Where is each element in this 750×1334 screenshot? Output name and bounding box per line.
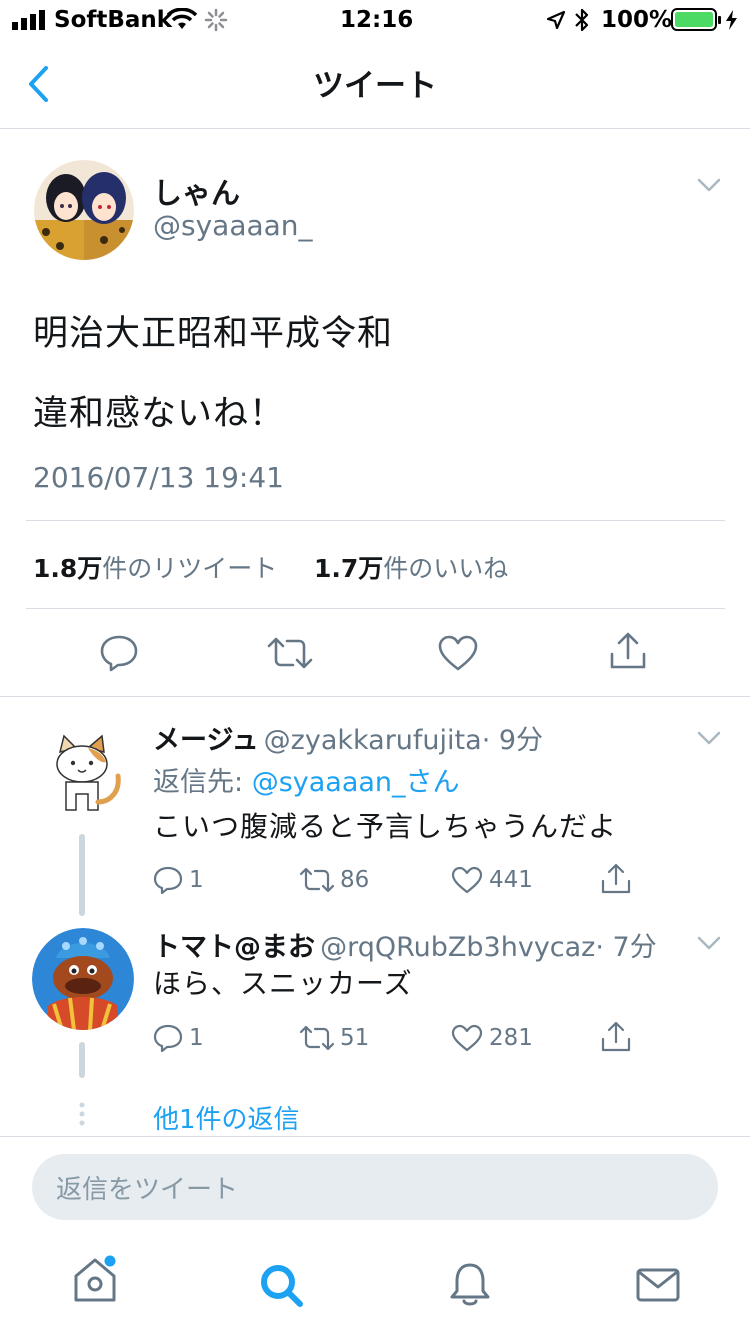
page-title: ツイート: [313, 68, 437, 104]
reply-to-handle[interactable]: @syaaaan_さん: [252, 767, 460, 798]
reply-1-header: メージュ @zyakkarufujita· 9分: [153, 718, 543, 757]
battery-percent: 100%: [601, 7, 673, 33]
author-avatar[interactable]: [34, 160, 134, 260]
retweet-stat-label: 件のリツイート: [102, 554, 278, 583]
thread-line: [79, 1042, 85, 1078]
reply-2-retweet-icon[interactable]: [299, 1025, 335, 1051]
status-bar: SoftBank 12:16 100%: [0, 0, 750, 40]
location-arrow-icon: [546, 10, 566, 30]
reply-2-reply-icon[interactable]: [153, 1024, 183, 1052]
more-replies-link[interactable]: 他1件の返信: [153, 1099, 300, 1136]
reply-2-reply-count: 1: [189, 1025, 204, 1051]
bluetooth-icon: [575, 8, 589, 32]
reply-1-avatar[interactable]: [32, 722, 132, 822]
reply-2-text: ほら、スニッカーズ: [153, 967, 413, 1000]
reply-1-display-name[interactable]: メージュ: [153, 725, 259, 756]
activity-spinner-icon: [204, 8, 228, 32]
author-display-name[interactable]: しゃん: [153, 170, 240, 212]
thread-line: [79, 834, 85, 916]
reply-1-text: こいつ腹減ると予言しちゃうんだよ: [153, 810, 618, 843]
reply-1-chevron-down-icon[interactable]: [697, 730, 721, 746]
reply-2-avatar[interactable]: [32, 928, 134, 1030]
tweet-text-line-2: 違和感ないね！: [33, 394, 286, 434]
reply-1-reply-icon[interactable]: [153, 866, 183, 894]
chevron-down-icon[interactable]: [697, 177, 721, 193]
clock: 12:16: [340, 7, 414, 33]
retweet-icon[interactable]: [267, 637, 313, 669]
reply-2-handle[interactable]: @rqQRubZb3hvycaz: [320, 932, 595, 963]
wifi-icon: [167, 8, 197, 29]
reply-2-like-count: 281: [489, 1025, 533, 1051]
reply-2-header: トマト@まお @rqQRubZb3hvycaz· 7分: [153, 925, 657, 964]
search-icon[interactable]: [259, 1263, 305, 1309]
reply-icon[interactable]: [99, 634, 139, 672]
reply-2-display-name[interactable]: トマト@まお: [153, 932, 315, 963]
notifications-icon[interactable]: [448, 1261, 492, 1307]
reply-2-share-icon[interactable]: [600, 1021, 632, 1053]
nav-divider: [0, 128, 750, 129]
reply-1-handle[interactable]: @zyakkarufujita: [264, 725, 482, 756]
carrier-label: SoftBank: [54, 7, 173, 33]
like-stat[interactable]: 1.7万件のいいね: [314, 549, 508, 585]
replies-divider: [0, 696, 750, 697]
reply-1-retweet-count: 86: [340, 867, 370, 893]
reply-1-time: · 9分: [481, 725, 544, 756]
stats-divider-bottom: [26, 608, 725, 609]
stats-divider-top: [26, 520, 725, 521]
reply-1-like-icon[interactable]: [451, 866, 483, 894]
retweet-stat[interactable]: 1.8万件のリツイート: [33, 549, 277, 585]
like-stat-label: 件のいいね: [383, 554, 509, 583]
like-icon[interactable]: [438, 635, 478, 671]
signal-icon: [12, 10, 45, 30]
tweet-timestamp[interactable]: 2016/07/13 19:41: [33, 461, 284, 494]
reply-2-like-icon[interactable]: [451, 1024, 483, 1052]
reply-2-chevron-down-icon[interactable]: [697, 935, 721, 951]
messages-icon[interactable]: [636, 1267, 680, 1303]
tweet-text-line-1: 明治大正昭和平成令和: [33, 314, 394, 354]
reply-1-reply-to: 返信先: @syaaaan_さん: [153, 760, 460, 799]
retweet-stat-count: 1.8万: [33, 554, 103, 583]
home-icon[interactable]: [70, 1254, 120, 1306]
share-icon[interactable]: [609, 632, 647, 670]
like-stat-count: 1.7万: [314, 554, 384, 583]
reply-2-retweet-count: 51: [340, 1025, 370, 1051]
reply-1-like-count: 441: [489, 867, 533, 893]
reply-2-time: · 7分: [595, 932, 657, 963]
reply-1-retweet-icon[interactable]: [299, 867, 335, 893]
reply-1-share-icon[interactable]: [600, 863, 632, 895]
more-dots-icon: [79, 1102, 85, 1126]
author-handle[interactable]: @syaaaan_: [153, 209, 313, 242]
reply-to-label: 返信先:: [153, 767, 244, 798]
reply-1-reply-count: 1: [189, 867, 204, 893]
reply-compose-placeholder: 返信をツイート: [56, 1175, 239, 1205]
battery-icon: [671, 8, 737, 31]
compose-divider: [0, 1136, 750, 1137]
